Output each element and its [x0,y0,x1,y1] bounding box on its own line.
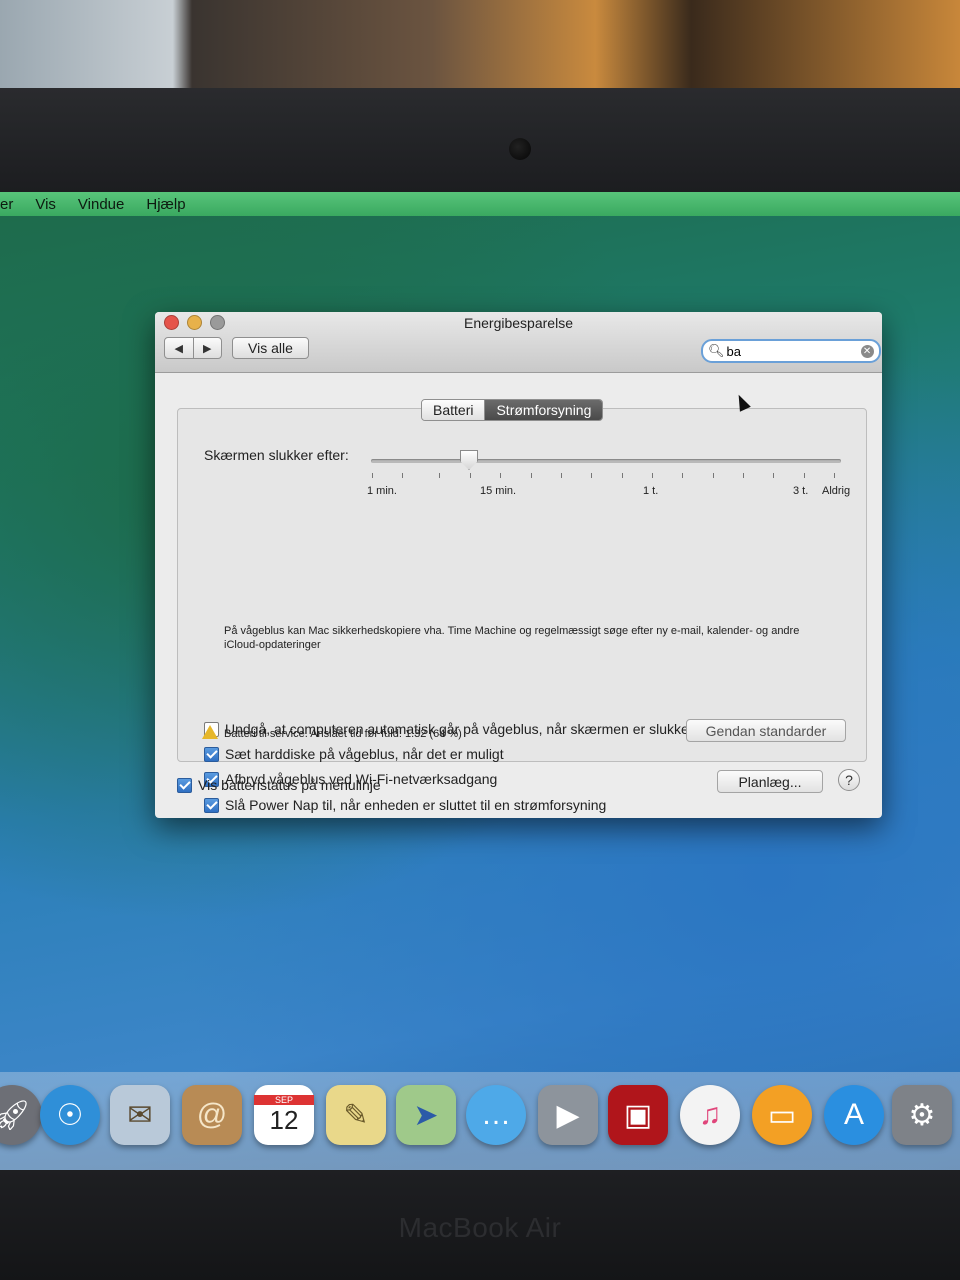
checkbox-label: Slå Power Nap til, når enheden er slutte… [225,797,607,813]
slider-tick [804,473,805,478]
tick-label: 1 min. [367,485,397,497]
slider-tick [531,473,532,478]
checkbox-label: Sæt harddiske på vågeblus, når det er mu… [225,746,504,762]
disk-sleep-checkbox[interactable] [204,746,219,762]
maps-icon[interactable]: ➤ [396,1085,456,1145]
back-button[interactable]: ◀ [165,338,194,358]
checkbox-label: Vis batteristatus på menulinje [198,777,381,793]
help-button[interactable]: ? [838,769,860,791]
tick-label: 1 t. [643,485,659,497]
tick-label: 15 min. [480,485,517,497]
messages-icon[interactable]: … [466,1085,526,1145]
tab-battery[interactable]: Batteri [422,400,485,420]
slider-tick [470,473,471,478]
notes-icon[interactable]: ✎ [326,1085,386,1145]
facetime-icon[interactable]: ▶ [538,1085,598,1145]
slider-tick [402,473,403,478]
slider-tick [682,473,683,478]
search-field: 🔍︎ ✕ [701,339,881,363]
show-all-button[interactable]: Vis alle [232,337,309,359]
photo-booth-icon[interactable]: ▣ [608,1085,668,1145]
search-icon: 🔍︎ [708,343,725,358]
slider-tick [773,473,774,478]
system-preferences-icon[interactable]: ⚙ [892,1085,952,1145]
slider-tick [834,473,835,478]
tab-power-adapter[interactable]: Strømforsyning [484,400,603,420]
clear-icon[interactable]: ✕ [860,344,874,358]
slider-tick [372,473,373,478]
slider-tick [500,473,501,478]
slider-tick [743,473,744,478]
slider-tick [561,473,562,478]
screen: er Vis Vindue Hjælp Energibesparelse ◀ ▶… [0,192,960,1170]
menu-item-file[interactable]: er [0,196,13,213]
tab-bar: Batteri Strømforsyning [421,399,604,421]
power-nap-description: På vågeblus kan Mac sikkerhedskopiere vh… [224,625,800,651]
window-title: Energibesparelse [464,315,573,331]
warning-icon [202,725,218,739]
laptop-brand-label: MacBook Air [398,1212,562,1243]
slider-tick [652,473,653,478]
schedule-button[interactable]: Planlæg... [717,770,823,793]
laptop-bezel-top [0,88,960,192]
app-store-icon[interactable]: A [824,1085,884,1145]
disk-sleep-option[interactable]: Sæt harddiske på vågeblus, når det er mu… [204,746,504,762]
calendar-month: SEP [254,1094,314,1105]
slider-tick [439,473,440,478]
tick-label: Aldrig [822,485,851,497]
contacts-icon[interactable]: @ [182,1085,242,1145]
display-sleep-slider-track[interactable] [371,459,841,463]
tick-label: 3 t. [793,485,809,497]
restore-defaults-button[interactable]: Gendan standarder [686,719,846,742]
room-background [0,0,960,90]
power-nap-option[interactable]: Slå Power Nap til, når enheden er slutte… [204,797,606,813]
mail-icon[interactable]: ✉ [110,1085,170,1145]
nav-buttons: ◀ ▶ [164,337,222,359]
camera-icon [509,138,531,160]
menu-item-view[interactable]: Vis [35,196,56,213]
slider-tick [713,473,714,478]
calendar-icon[interactable]: SEP 12 [254,1085,314,1145]
show-battery-status-checkbox[interactable] [177,777,192,793]
menu-bar: er Vis Vindue Hjælp [0,192,960,216]
show-battery-status-option[interactable]: Vis batteristatus på menulinje [177,777,381,793]
battery-status-text: Batteri til service. Anslået tid før ful… [224,728,462,740]
forward-button[interactable]: ▶ [194,338,222,358]
menu-item-help[interactable]: Hjælp [146,196,185,213]
energy-saver-window: Energibesparelse ◀ ▶ Vis alle 🔍︎ ✕ Batte… [155,312,882,818]
slider-tick [622,473,623,478]
search-input[interactable] [724,343,855,359]
titlebar: Energibesparelse ◀ ▶ Vis alle 🔍︎ ✕ [155,312,882,373]
itunes-icon[interactable]: ♫ [680,1085,740,1145]
display-sleep-label: Skærmen slukker efter: [204,447,349,463]
safari-icon[interactable]: ☉ [40,1085,100,1145]
power-nap-checkbox[interactable] [204,797,219,813]
ibooks-icon[interactable]: ▭ [752,1085,812,1145]
calendar-day: 12 [269,1104,299,1135]
menu-item-window[interactable]: Vindue [78,196,124,213]
slider-tick [591,473,592,478]
